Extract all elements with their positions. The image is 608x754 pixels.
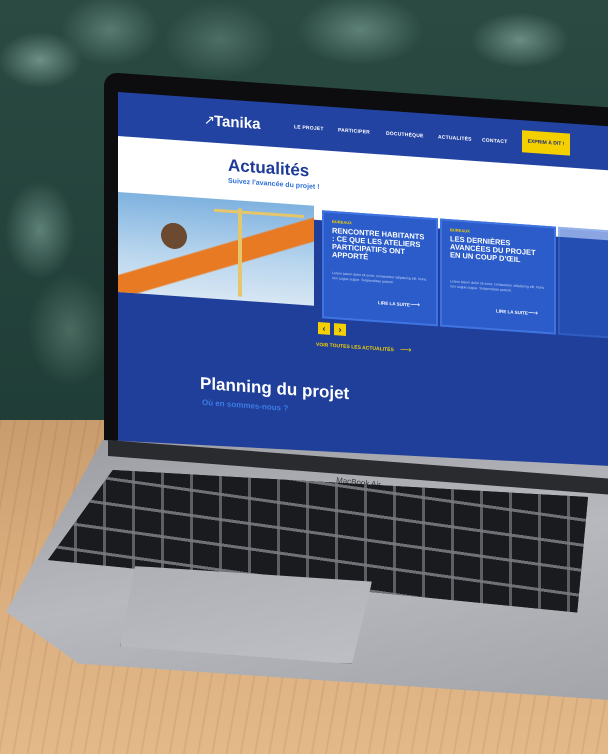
arrow-right-icon: ⟶	[410, 301, 421, 310]
arrow-left-icon[interactable]: ‹	[318, 321, 330, 335]
page-title: Actualités	[228, 155, 310, 181]
card-body: Lorem ipsum dolor sit amet, consectetur …	[332, 270, 427, 285]
nav-item-participer[interactable]: PARTICIPER	[338, 127, 370, 135]
card-tag: BUREAUX	[450, 227, 470, 234]
arrow-right-icon[interactable]: ›	[334, 323, 346, 336]
news-card[interactable]: BUREAUX LES DERNIÈRES AVANCÉES DU PROJET…	[440, 218, 556, 335]
cta-button[interactable]: EXPRIM À DIT !	[522, 130, 570, 156]
card-title: LES DERNIÈRES AVANCÉES DU PROJET EN UN C…	[450, 234, 536, 265]
card-title: RENCONTRE HABITANTS : CE QUE LES ATELIER…	[332, 225, 425, 262]
card-body: Lorem ipsum dolor sit amet, consectetur …	[450, 279, 545, 293]
news-card[interactable]: BUREAUX RENCONTRE HABITANTS : CE QUE LES…	[322, 210, 438, 327]
nav-item-contact[interactable]: CONTACT	[482, 137, 507, 145]
crane-mast	[238, 208, 242, 297]
see-all-news-link[interactable]: VOIR TOUTES LES ACTUALITÉS	[316, 342, 394, 353]
arrow-right-icon: ⟶	[400, 344, 412, 355]
section-subtitle: Où en sommes-nous ?	[202, 397, 289, 413]
read-more-link[interactable]: LIRE LA SUITE	[378, 300, 410, 307]
arrow-right-icon: ⟶	[528, 309, 539, 318]
news-card-partial[interactable]	[558, 226, 608, 343]
nav-item-le-projet[interactable]: LE PROJET	[294, 124, 324, 132]
nav-item-docutheque[interactable]: DOCUTHÈQUE	[386, 131, 424, 140]
read-more-link[interactable]: LIRE LA SUITE	[496, 308, 528, 315]
nav-item-actualites[interactable]: ACTUALITÉS	[438, 134, 472, 142]
laptop-screen: ↗ Tanika LE PROJET PARTICIPER DOCUTHÈQUE…	[118, 92, 608, 487]
card-tag: BUREAUX	[332, 218, 352, 226]
site-logo[interactable]: Tanika	[214, 113, 260, 133]
photo-scene: ↗ Tanika LE PROJET PARTICIPER DOCUTHÈQUE…	[0, 0, 608, 754]
